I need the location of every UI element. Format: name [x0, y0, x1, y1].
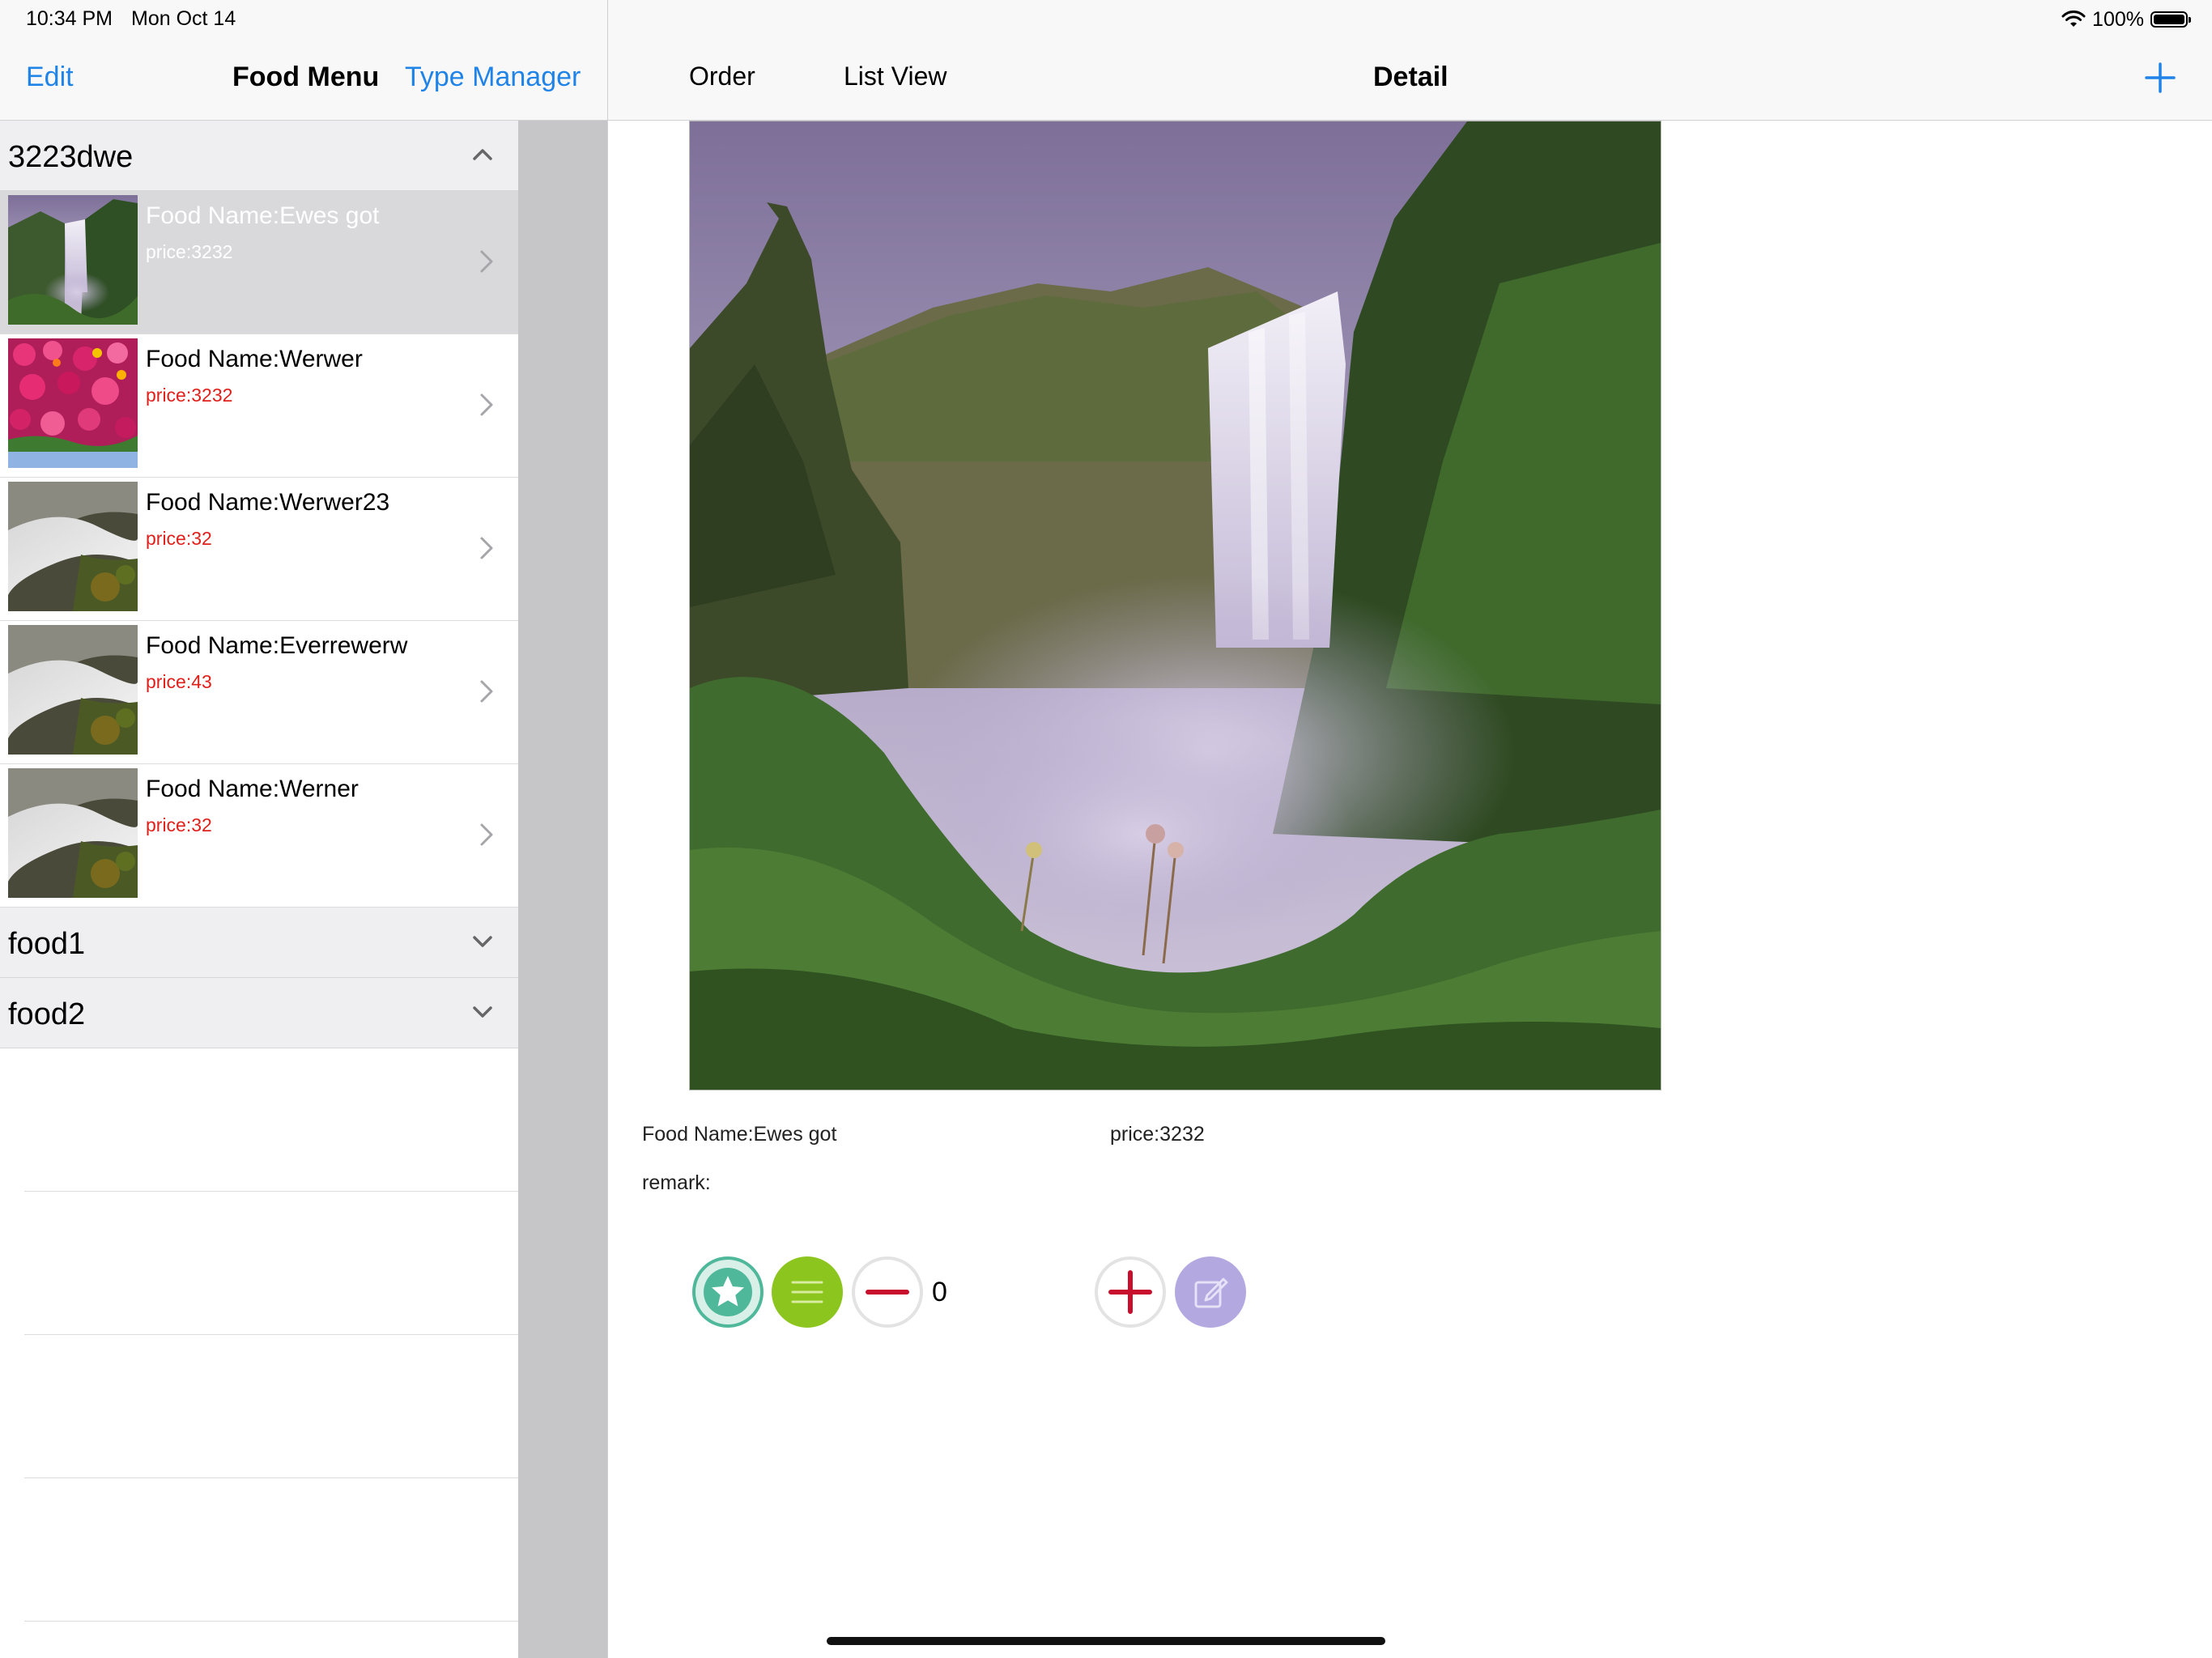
- wifi-icon: [2061, 11, 2086, 27]
- detail-price: price:3232: [1110, 1123, 1205, 1146]
- status-bar: 10:34 PM Mon Oct 14 100%: [0, 0, 2212, 39]
- detail-food-name: Food Name:Ewes got: [642, 1123, 837, 1146]
- empty-row: [24, 1335, 518, 1478]
- order-button[interactable]: Order: [689, 62, 755, 91]
- battery-percent: 100%: [2092, 7, 2144, 31]
- food-price: price:43: [146, 671, 212, 692]
- detail-title: Detail: [1373, 62, 1448, 92]
- master-title: Food Menu: [232, 62, 380, 92]
- star-icon: [704, 1268, 752, 1316]
- section-title: food1: [8, 927, 86, 961]
- list-item[interactable]: Food Name:Ewes got price:3232: [0, 191, 518, 334]
- chevron-right-icon: [480, 823, 493, 846]
- list-item[interactable]: Food Name:Werwer price:3232: [0, 334, 518, 478]
- chevron-down-icon: [473, 1006, 492, 1018]
- list-item[interactable]: Food Name:Werwer23 price:32: [0, 478, 518, 621]
- food-list[interactable]: 3223dwe Food Name:Ewes got price:3232 Fo…: [0, 121, 518, 1658]
- food-thumbnail: [8, 195, 138, 325]
- chevron-up-icon: [473, 149, 492, 160]
- section-title: food2: [8, 997, 86, 1031]
- food-price: price:32: [146, 814, 212, 835]
- empty-row: [24, 1192, 518, 1335]
- chevron-right-icon: [480, 250, 493, 273]
- status-date: Mon Oct 14: [131, 7, 236, 30]
- food-name: Food Name:Werwer: [146, 346, 363, 372]
- food-name: Food Name:Ewes got: [146, 202, 380, 229]
- empty-row: [24, 1478, 518, 1622]
- status-right: 100%: [2061, 6, 2191, 32]
- menu-button[interactable]: [772, 1256, 843, 1328]
- food-image: [689, 121, 1661, 1090]
- chevron-right-icon: [480, 537, 493, 559]
- minus-icon: [866, 1290, 909, 1295]
- decrease-button[interactable]: [852, 1256, 923, 1328]
- master-panel: Edit Food Menu Type Manager 3223dwe Food…: [0, 0, 608, 1658]
- plus-icon[interactable]: [2144, 62, 2176, 94]
- food-price: price:3232: [146, 385, 233, 406]
- list-gutter: [518, 121, 607, 1658]
- food-thumbnail: [8, 338, 138, 468]
- food-thumbnail: [8, 768, 138, 898]
- plus-icon: [1108, 1270, 1152, 1314]
- section-header-food2[interactable]: food2: [0, 978, 518, 1048]
- empty-row: [24, 1048, 518, 1192]
- food-price: price:3232: [146, 241, 233, 262]
- chevron-right-icon: [480, 680, 493, 703]
- favorite-button[interactable]: [692, 1256, 764, 1328]
- detail-remark: remark:: [642, 1171, 711, 1194]
- battery-icon: [2150, 11, 2191, 28]
- edit-button[interactable]: [1175, 1256, 1246, 1328]
- list-item[interactable]: Food Name:Werner price:32: [0, 764, 518, 908]
- list-item[interactable]: Food Name:Everrewerw price:43: [0, 621, 518, 764]
- food-price: price:32: [146, 528, 212, 549]
- list-view-button[interactable]: List View: [844, 62, 946, 91]
- section-header-3223dwe[interactable]: 3223dwe: [0, 121, 518, 191]
- chevron-right-icon: [480, 393, 493, 416]
- section-header-food1[interactable]: food1: [0, 908, 518, 978]
- edit-icon: [1194, 1278, 1228, 1308]
- food-name: Food Name:Everrewerw: [146, 632, 408, 659]
- food-thumbnail: [8, 625, 138, 755]
- section-title: 3223dwe: [8, 140, 134, 174]
- list-icon: [791, 1281, 823, 1303]
- increase-button[interactable]: [1095, 1256, 1166, 1328]
- type-manager-button[interactable]: Type Manager: [405, 62, 581, 93]
- chevron-down-icon: [473, 936, 492, 947]
- status-time: 10:34 PM: [26, 7, 113, 30]
- edit-button[interactable]: Edit: [26, 62, 74, 93]
- food-thumbnail: [8, 482, 138, 611]
- food-name: Food Name:Werwer23: [146, 489, 390, 516]
- food-name: Food Name:Werner: [146, 776, 359, 802]
- quantity-value: 0: [932, 1277, 947, 1307]
- home-indicator[interactable]: [827, 1637, 1385, 1645]
